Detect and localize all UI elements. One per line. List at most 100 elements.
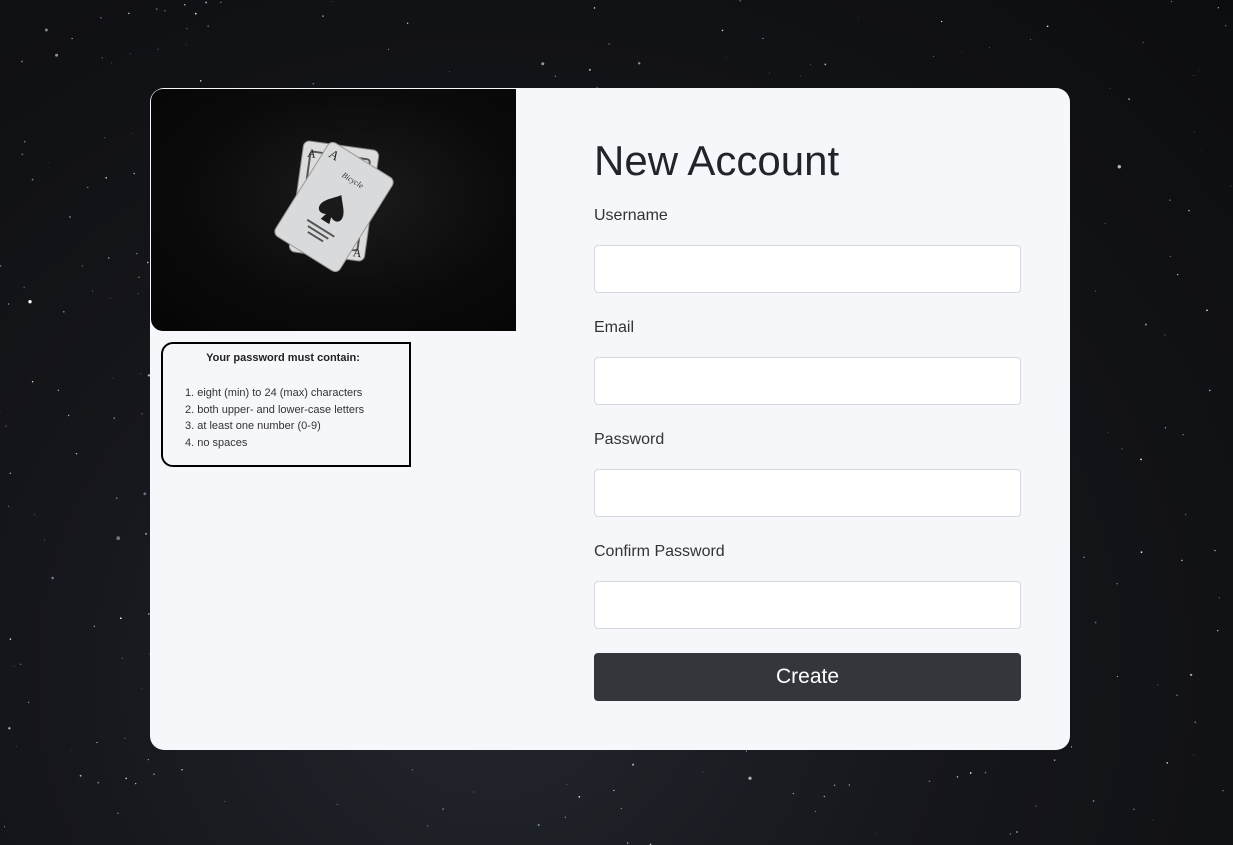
star (593, 7, 596, 9)
star (5, 425, 7, 427)
star (224, 801, 226, 802)
star (1225, 25, 1227, 27)
star (984, 771, 987, 774)
star (9, 472, 12, 475)
star (632, 763, 635, 766)
star (792, 792, 795, 795)
star (823, 795, 826, 798)
star (164, 9, 166, 12)
star (138, 276, 140, 278)
star (67, 414, 70, 417)
star (876, 833, 877, 834)
star (426, 825, 429, 827)
star (1157, 684, 1159, 686)
username-input[interactable] (594, 245, 1021, 293)
star (97, 781, 100, 784)
star (100, 16, 102, 19)
star (928, 780, 931, 783)
star (143, 492, 147, 496)
star (1193, 754, 1195, 756)
star (1035, 805, 1037, 807)
star (1181, 559, 1183, 562)
star (8, 505, 10, 507)
star (1116, 676, 1119, 678)
star (1201, 149, 1203, 151)
star (44, 539, 46, 541)
requirement-item: 2. both upper- and lower-case letters (185, 403, 365, 416)
star (1217, 6, 1220, 9)
star (113, 417, 115, 419)
star (93, 92, 95, 93)
star (96, 742, 98, 744)
star (79, 774, 82, 777)
star (989, 47, 990, 49)
star (1170, 1, 1172, 3)
star (1193, 75, 1195, 77)
star (322, 15, 324, 17)
star (810, 64, 812, 66)
star (589, 69, 591, 71)
star (31, 381, 34, 383)
password-input[interactable] (594, 469, 1021, 517)
star (1046, 25, 1049, 28)
star (1169, 199, 1171, 201)
page-title: New Account (594, 137, 840, 184)
star (23, 140, 26, 143)
create-button[interactable]: Create (594, 653, 1021, 701)
star (141, 688, 143, 690)
star (141, 413, 143, 415)
star (1128, 98, 1130, 100)
star (21, 60, 23, 63)
star (956, 776, 959, 778)
star (105, 177, 107, 179)
star (108, 257, 110, 259)
star (1030, 39, 1032, 40)
star (194, 12, 197, 15)
star (156, 8, 158, 10)
star (16, 746, 18, 747)
star (1176, 694, 1178, 697)
star (613, 789, 615, 792)
star (124, 737, 126, 739)
star (1133, 808, 1135, 810)
requirement-item: 3. at least one number (0-9) (185, 420, 321, 432)
star (4, 826, 6, 828)
password-label: Password (594, 431, 665, 448)
star (111, 62, 113, 64)
star (1230, 185, 1232, 187)
star (153, 773, 155, 775)
star (449, 71, 450, 72)
star (799, 75, 801, 77)
confirm-password-input[interactable] (594, 581, 1021, 629)
star (1182, 434, 1184, 436)
email-input[interactable] (594, 357, 1021, 405)
star (566, 784, 568, 785)
star (1071, 746, 1073, 748)
star (1083, 556, 1085, 558)
star (129, 53, 131, 54)
star (69, 216, 71, 218)
star (31, 178, 34, 181)
star (1109, 88, 1111, 90)
star (71, 37, 73, 40)
requirement-item: 4. no spaces (185, 436, 248, 449)
star (69, 750, 71, 751)
star (1218, 597, 1220, 599)
star (1169, 255, 1172, 258)
star (1214, 549, 1216, 552)
star (541, 62, 545, 66)
star (133, 172, 135, 175)
star (8, 727, 11, 730)
star (762, 37, 764, 40)
star (128, 12, 130, 15)
star (620, 808, 622, 810)
star (824, 63, 827, 66)
star (112, 377, 114, 379)
star (858, 17, 859, 19)
star (1140, 551, 1143, 554)
star (1094, 290, 1096, 292)
star (145, 533, 147, 535)
star (75, 452, 78, 455)
star (1053, 759, 1056, 761)
star (207, 25, 209, 27)
